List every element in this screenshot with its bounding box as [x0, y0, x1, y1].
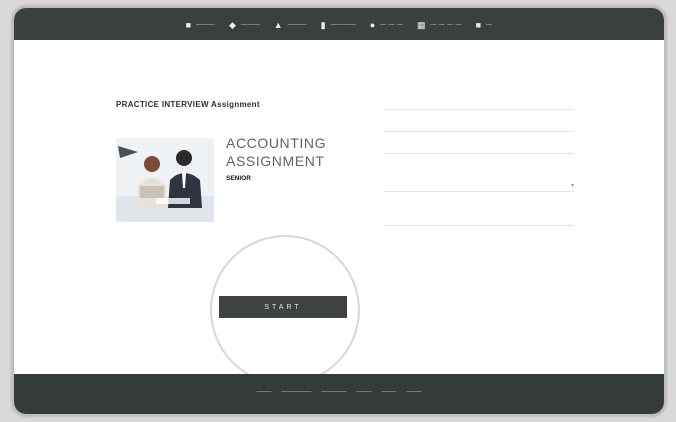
assignment-info: ACCOUNTING ASSIGNMENT SENIOR	[226, 134, 356, 184]
assignment-image	[116, 138, 214, 222]
nav-icon-2: ◆	[228, 19, 236, 30]
top-navigation: ■ ——— ◆ ——— ▲ ——— ▮ ———— ● — — — ▦ — — — — ■ —	[14, 8, 664, 40]
footer: ——— —————— ————— ——— ——— ———	[14, 374, 664, 414]
nav-icon-1: ■	[185, 19, 192, 30]
nav-label-6: — — — —	[430, 22, 462, 28]
field-2-input[interactable]	[384, 122, 574, 132]
assignment-name-line2: ASSIGNMENT	[226, 153, 325, 169]
start-assessment-button[interactable]: START	[219, 296, 347, 318]
assignment-panel: PRACTICE INTERVIEW Assignment ACCOUNTING…	[116, 100, 356, 222]
nav-label-4: ————	[330, 22, 356, 28]
assignment-title: PRACTICE INTERVIEW Assignment	[116, 100, 260, 109]
nav-icon-4: ▮	[320, 19, 326, 30]
nav-label-2: ———	[240, 22, 260, 28]
footer-link-2[interactable]: ——————	[282, 389, 312, 395]
nav-icon-5: ●	[369, 19, 376, 30]
form-panel: ▾	[384, 88, 594, 226]
nav-item-7[interactable]: ■ —	[475, 19, 493, 30]
main-content: PRACTICE INTERVIEW Assignment ACCOUNTING…	[14, 40, 664, 385]
assignment-name-line1: ACCOUNTING	[226, 135, 327, 151]
footer-link-5[interactable]: ———	[382, 389, 397, 395]
nav-icon-7: ■	[475, 19, 482, 30]
nav-label-1: ———	[196, 22, 215, 28]
nav-label-3: ———	[287, 22, 307, 28]
footer-link-6[interactable]: ———	[407, 389, 422, 395]
footer-link-1[interactable]: ———	[257, 389, 272, 395]
nav-item-4[interactable]: ▮ ————	[320, 19, 356, 30]
nav-item-3[interactable]: ▲ ———	[273, 19, 307, 30]
interview-illustration	[116, 138, 214, 222]
nav-label-5: — — —	[380, 22, 404, 28]
field-3-input[interactable]	[384, 144, 574, 154]
assignment-level: SENIOR	[226, 175, 251, 182]
footer-link-4[interactable]: ———	[357, 389, 372, 395]
assignment-description: SENIOR	[226, 174, 356, 184]
nav-icon-6: ▦	[417, 19, 426, 30]
nav-item-2[interactable]: ◆ ———	[228, 19, 260, 30]
chevron-down-icon: ▾	[570, 183, 574, 189]
nav-item-5[interactable]: ● — — —	[369, 19, 404, 30]
select-dropdown[interactable]: ▾	[384, 180, 574, 192]
footer-link-3[interactable]: —————	[322, 389, 347, 395]
footer-links: ——— —————— ————— ——— ——— ———	[257, 389, 422, 395]
browser-frame: ■ ——— ◆ ——— ▲ ——— ▮ ———— ● — — — ▦ — — — — ■ — …	[12, 6, 666, 416]
field-1-input[interactable]	[384, 100, 574, 110]
nav-item-1[interactable]: ■ ———	[185, 19, 215, 30]
nav-label-7: —	[486, 22, 493, 28]
nav-item-6[interactable]: ▦ — — — —	[417, 19, 462, 30]
field-4-input[interactable]	[384, 216, 574, 226]
nav-icon-3: ▲	[273, 19, 283, 30]
